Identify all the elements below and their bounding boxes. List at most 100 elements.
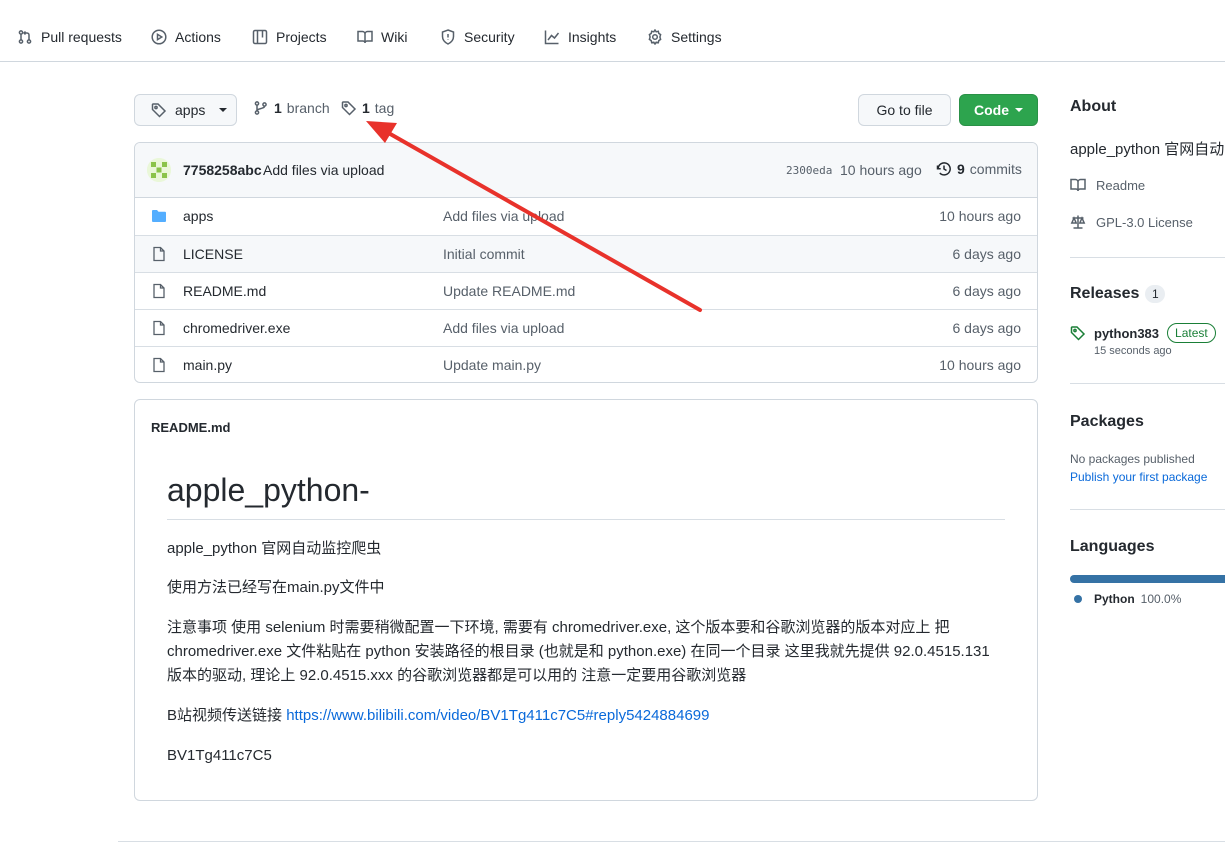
- file-name[interactable]: LICENSE: [183, 246, 243, 262]
- branches-link[interactable]: 1 branch: [253, 100, 330, 116]
- commit-count: 9: [957, 161, 965, 177]
- file-icon: [153, 246, 165, 262]
- tags-link[interactable]: 1 tag: [341, 100, 394, 116]
- code-button[interactable]: Code: [959, 94, 1038, 126]
- tab-wiki[interactable]: Wiki: [357, 26, 407, 48]
- tab-projects[interactable]: Projects: [252, 26, 327, 48]
- release-time: 15 seconds ago: [1094, 345, 1172, 357]
- footer-divider: [118, 841, 1225, 842]
- tab-pull-requests[interactable]: Pull requests: [17, 26, 122, 48]
- bilibili-link[interactable]: https://www.bilibili.com/video/BV1Tg411c…: [286, 707, 709, 724]
- repo-nav: Pull requests Actions Projects Wiki Secu…: [0, 0, 1225, 62]
- latest-badge: Latest: [1167, 323, 1216, 343]
- file-icon: [153, 320, 165, 336]
- about-heading: About: [1070, 98, 1117, 115]
- tab-label: Insights: [568, 29, 617, 45]
- divider: [1070, 257, 1225, 258]
- chevron-down-icon: [219, 108, 228, 112]
- file-commit-message[interactable]: Add files via upload: [443, 208, 564, 224]
- file-commit-message[interactable]: Initial commit: [443, 246, 525, 262]
- packages-heading[interactable]: Packages: [1070, 413, 1144, 431]
- chevron-down-icon: [1015, 108, 1023, 112]
- file-row[interactable]: chromedriver.exe Add files via upload 6 …: [135, 309, 1037, 346]
- language-dot: [1074, 595, 1082, 603]
- shield-icon: [441, 29, 455, 45]
- file-row[interactable]: LICENSE Initial commit 6 days ago: [135, 235, 1037, 272]
- readme-paragraph: 注意事项 使用 selenium 时需要稍微配置一下环境, 需要有 chrome…: [167, 619, 990, 684]
- file-commit-message[interactable]: Update main.py: [443, 357, 541, 373]
- tab-settings[interactable]: Settings: [647, 26, 722, 48]
- book-icon: [357, 30, 373, 44]
- release-item[interactable]: python383 Latest: [1070, 323, 1216, 343]
- about-description: apple_python 官网自动: [1070, 141, 1225, 158]
- code-label: Code: [974, 102, 1009, 118]
- language-python[interactable]: Python 100.0%: [1074, 592, 1181, 606]
- readme-panel: README.md apple_python- apple_python 官网自…: [134, 399, 1038, 801]
- divider: [167, 519, 1005, 520]
- go-to-file-button[interactable]: Go to file: [858, 94, 951, 126]
- tab-label: Security: [464, 29, 515, 45]
- readme-link-label: Readme: [1096, 177, 1146, 193]
- law-icon: [1070, 215, 1086, 229]
- gear-icon: [648, 29, 662, 45]
- tab-label: Projects: [276, 29, 327, 45]
- latest-commit-bar: 7758258abc Add files via upload 2300eda …: [135, 143, 1037, 198]
- file-icon: [153, 357, 165, 373]
- tag-selector-button[interactable]: apps: [134, 94, 237, 126]
- publish-package-link[interactable]: Publish your first package: [1070, 470, 1207, 484]
- file-age: 6 days ago: [952, 320, 1022, 336]
- tab-label: Settings: [671, 29, 722, 45]
- language-bar: [1070, 575, 1225, 583]
- file-name[interactable]: main.py: [183, 357, 232, 373]
- commit-time: 10 hours ago: [840, 162, 922, 178]
- tab-actions[interactable]: Actions: [151, 26, 221, 48]
- commit-hash[interactable]: 2300eda: [786, 164, 832, 177]
- ref-label: apps: [175, 102, 206, 118]
- readme-paragraph: BV1Tg411c7C5: [167, 747, 272, 764]
- tab-security[interactable]: Security: [440, 26, 515, 48]
- tag-label: tag: [374, 100, 395, 116]
- branch-label: branch: [286, 100, 330, 116]
- tab-insights[interactable]: Insights: [544, 26, 616, 48]
- tab-label: Actions: [175, 29, 221, 45]
- file-row[interactable]: main.py Update main.py 10 hours ago: [135, 346, 1037, 382]
- releases-heading[interactable]: Releases 1: [1070, 285, 1166, 303]
- file-age: 10 hours ago: [939, 357, 1021, 373]
- file-commit-message[interactable]: Add files via upload: [443, 320, 564, 336]
- commit-message[interactable]: Add files via upload: [263, 162, 384, 178]
- tab-label: Wiki: [381, 29, 408, 45]
- readme-title: apple_python-: [167, 472, 370, 508]
- table-icon: [252, 29, 268, 45]
- commit-count-label: commits: [969, 161, 1022, 177]
- tag-count: 1: [362, 100, 370, 116]
- license-link[interactable]: GPL-3.0 License: [1070, 214, 1193, 230]
- file-row[interactable]: README.md Update README.md 6 days ago: [135, 272, 1037, 309]
- file-icon: [153, 283, 165, 299]
- file-commit-message[interactable]: Update README.md: [443, 283, 575, 299]
- graph-icon: [544, 30, 560, 45]
- readme-filename[interactable]: README.md: [151, 420, 230, 435]
- tag-icon: [151, 103, 167, 118]
- tag-icon: [1070, 326, 1086, 341]
- avatar[interactable]: [147, 158, 171, 182]
- file-name[interactable]: README.md: [183, 283, 266, 299]
- readme-paragraph: B站视频传送链接 https://www.bilibili.com/video/…: [167, 704, 1007, 728]
- packages-empty-text: No packages published: [1070, 452, 1195, 466]
- language-name: Python: [1094, 592, 1135, 606]
- release-name: python383: [1094, 325, 1160, 341]
- releases-title: Releases: [1070, 285, 1140, 303]
- file-browser: 7758258abc Add files via upload 2300eda …: [134, 142, 1038, 383]
- divider: [1070, 509, 1225, 510]
- history-icon: [936, 162, 951, 176]
- readme-paragraph: apple_python 官网自动监控爬虫: [167, 540, 382, 557]
- commits-link[interactable]: 9 commits: [936, 161, 1022, 177]
- file-row[interactable]: apps Add files via upload 10 hours ago: [135, 198, 1037, 235]
- branch-icon: [254, 101, 267, 115]
- releases-count: 1: [1145, 285, 1166, 303]
- file-name[interactable]: chromedriver.exe: [183, 320, 290, 336]
- commit-author[interactable]: 7758258abc: [183, 162, 262, 178]
- readme-link[interactable]: Readme: [1070, 177, 1145, 193]
- tab-label: Pull requests: [41, 29, 122, 45]
- go-to-file-label: Go to file: [876, 102, 933, 118]
- file-name[interactable]: apps: [183, 208, 213, 224]
